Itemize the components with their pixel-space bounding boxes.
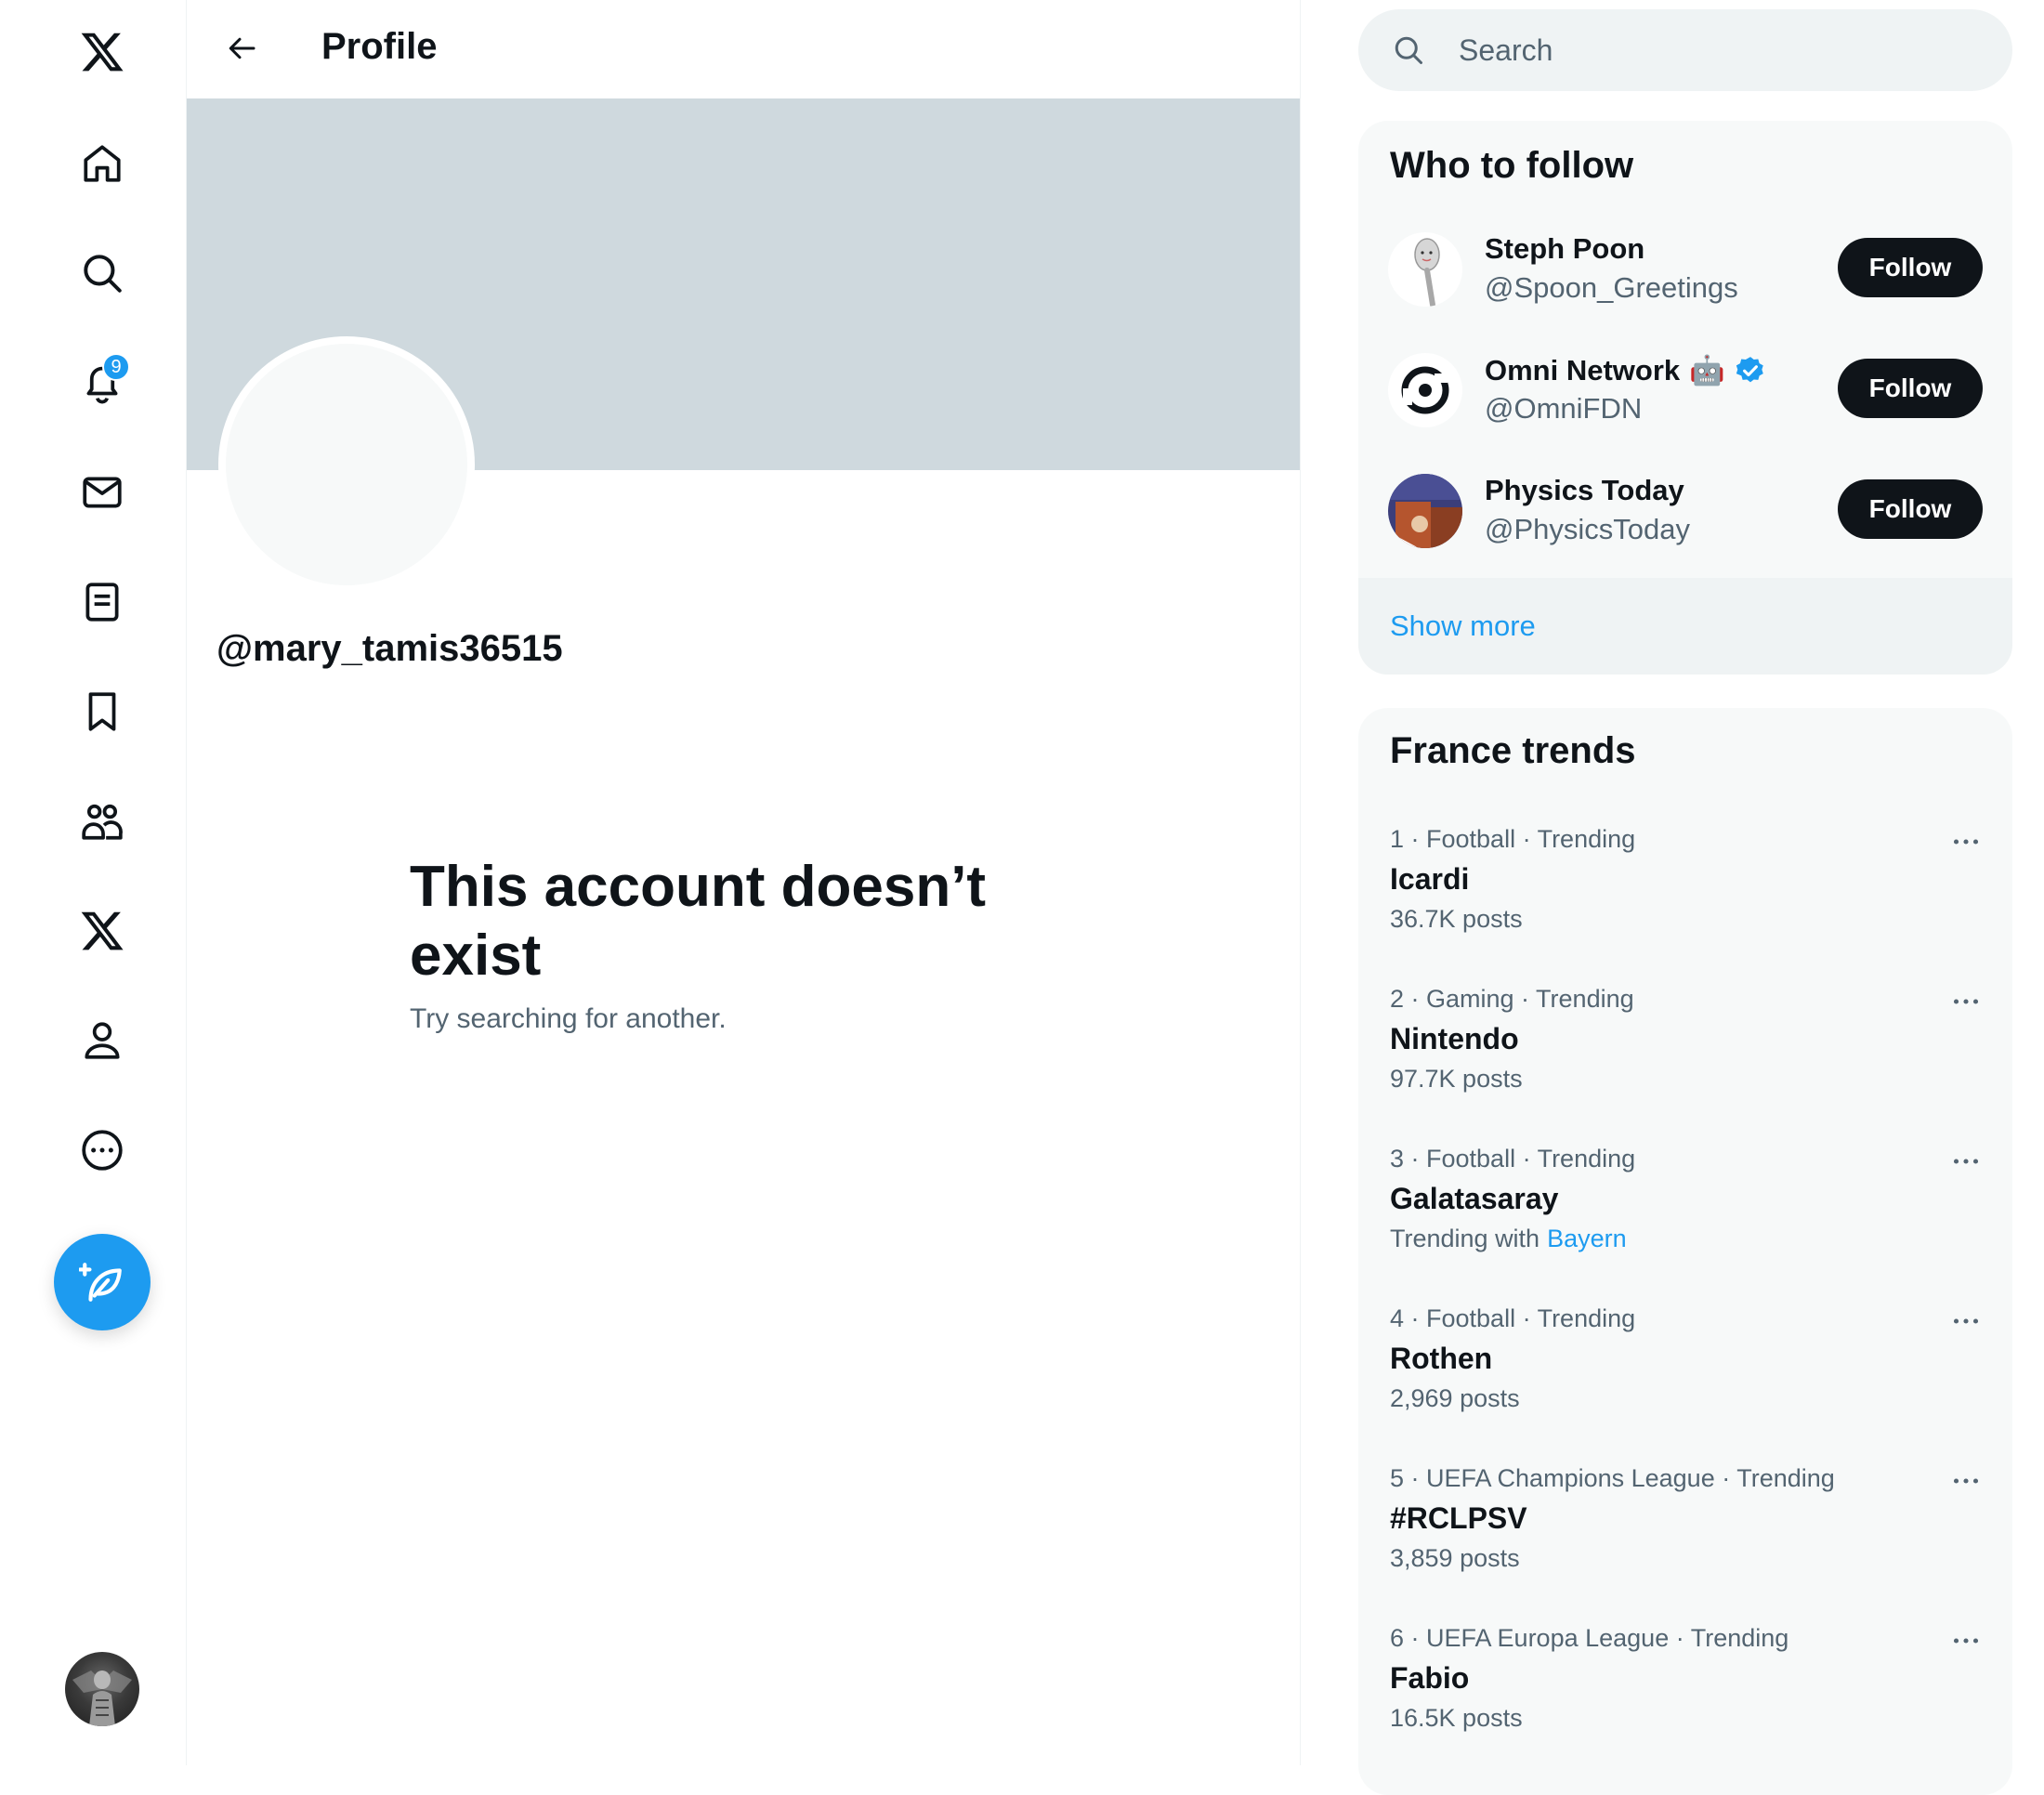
trend-item[interactable]: 1 · Football · Trending Icardi 36.7K pos…	[1358, 825, 2012, 985]
follow-suggestion[interactable]: Physics Today @PhysicsToday Follow	[1358, 453, 2012, 574]
x-logo-icon[interactable]	[65, 15, 139, 89]
right-sidebar: Who to follow Steph Poon @Spoon_Greeting…	[1358, 0, 2012, 1795]
envelope-icon[interactable]	[65, 455, 139, 530]
search-input[interactable]	[1457, 32, 1981, 69]
trend-meta: 5 · UEFA Champions League · Trending	[1390, 1464, 1835, 1492]
trend-count: 3,859 posts	[1390, 1544, 1520, 1572]
verified-badge-icon	[1736, 356, 1763, 382]
trend-name: Fabio	[1390, 1661, 1470, 1695]
follow-name: Steph Poon	[1485, 232, 1645, 265]
trend-count: 16.5K posts	[1390, 1704, 1523, 1732]
bell-icon[interactable]: 9	[65, 346, 139, 420]
compose-post-icon	[79, 1263, 122, 1302]
main-column: Profile @mary_tamis36515 This account do…	[186, 0, 1301, 1765]
trend-name: Rothen	[1390, 1342, 1493, 1375]
search-icon	[1395, 36, 1422, 64]
person-icon[interactable]	[65, 1003, 139, 1078]
follow-name: Physics Today	[1485, 474, 1684, 506]
trend-name: #RCLPSV	[1390, 1501, 1527, 1535]
trend-item[interactable]: 6 · UEFA Europa League · Trending Fabio …	[1358, 1624, 2012, 1784]
compose-post-button[interactable]	[54, 1234, 151, 1330]
trend-count: 97.7K posts	[1390, 1065, 1523, 1093]
empty-state-subtitle: Try searching for another.	[410, 1003, 727, 1034]
more-options-icon[interactable]	[1944, 1459, 1988, 1503]
trend-meta: 4 · Football · Trending	[1390, 1304, 1636, 1332]
more-options-icon[interactable]	[1944, 1299, 1988, 1343]
trend-item[interactable]: 4 · Football · Trending Rothen 2,969 pos…	[1358, 1304, 2012, 1464]
who-to-follow-card: Who to follow Steph Poon @Spoon_Greeting…	[1358, 121, 2012, 675]
trend-meta: 1 · Football · Trending	[1390, 825, 1636, 853]
list-icon[interactable]	[65, 565, 139, 639]
more-options-icon[interactable]	[1944, 1618, 1988, 1663]
trend-meta: 2 · Gaming · Trending	[1390, 985, 1634, 1013]
profile-avatar	[218, 336, 475, 593]
more-options-icon[interactable]	[1944, 1139, 1988, 1184]
x-premium-icon[interactable]	[65, 894, 139, 968]
trending-with-link[interactable]: Bayern	[1547, 1225, 1627, 1252]
more-options-icon[interactable]	[1944, 979, 1988, 1024]
bookmark-icon[interactable]	[65, 675, 139, 749]
trends-card: France trends 1 · Football · Trending Ic…	[1358, 708, 2012, 1795]
follow-button[interactable]: Follow	[1838, 479, 1983, 539]
avatar	[1388, 232, 1462, 307]
empty-state-title: This account doesn’t exist	[410, 855, 987, 988]
home-icon[interactable]	[65, 126, 139, 201]
follow-suggestion[interactable]: Steph Poon @Spoon_Greetings Follow	[1358, 212, 2012, 333]
trend-name: Galatasaray	[1390, 1182, 1559, 1215]
communities-icon[interactable]	[65, 784, 139, 858]
arrow-left-icon	[229, 37, 256, 59]
trend-count: 2,969 posts	[1390, 1384, 1520, 1412]
more-options-icon[interactable]	[1944, 819, 1988, 864]
trend-name: Nintendo	[1390, 1022, 1519, 1055]
trend-count: Trending with Bayern	[1390, 1225, 1627, 1253]
empty-state: This account doesn’t exist Try searching…	[410, 853, 1060, 1035]
follow-button[interactable]: Follow	[1838, 238, 1983, 297]
trend-item[interactable]: 2 · Gaming · Trending Nintendo 97.7K pos…	[1358, 985, 2012, 1145]
trend-meta: 6 · UEFA Europa League · Trending	[1390, 1624, 1789, 1652]
profile-handle: @mary_tamis36515	[216, 628, 563, 669]
left-navigation: 9	[0, 0, 186, 1765]
show-more-link[interactable]: Show more	[1358, 578, 2012, 675]
profile-header: Profile	[187, 0, 1300, 98]
more-circle-icon[interactable]	[65, 1113, 139, 1187]
follow-handle: @PhysicsToday	[1485, 513, 1690, 545]
follow-name: Omni Network 🤖	[1485, 353, 1766, 387]
robot-emoji: 🤖	[1689, 354, 1725, 387]
trending-with-label: Trending with	[1390, 1225, 1540, 1252]
follow-button[interactable]: Follow	[1838, 359, 1983, 418]
trend-name: Icardi	[1390, 862, 1470, 896]
follow-suggestion[interactable]: Omni Network 🤖 @OmniFDN Follow	[1358, 333, 2012, 453]
trend-item[interactable]: 3 · Football · Trending Galatasaray Tren…	[1358, 1145, 2012, 1304]
avatar	[1388, 474, 1462, 548]
avatar	[1388, 353, 1462, 427]
trend-meta: 3 · Football · Trending	[1390, 1145, 1636, 1173]
trends-title: France trends	[1390, 730, 1636, 771]
page-title: Profile	[321, 26, 438, 67]
trend-item[interactable]: 5 · UEFA Champions League · Trending #RC…	[1358, 1464, 2012, 1624]
follow-handle: @Spoon_Greetings	[1485, 271, 1738, 304]
notification-badge: 9	[102, 353, 130, 381]
search-bar[interactable]	[1358, 9, 2012, 91]
account-avatar[interactable]	[65, 1652, 139, 1726]
follow-handle: @OmniFDN	[1485, 392, 1643, 425]
trend-count: 36.7K posts	[1390, 905, 1523, 933]
back-button[interactable]	[215, 20, 270, 76]
who-to-follow-title: Who to follow	[1390, 145, 1634, 186]
search-icon[interactable]	[65, 236, 139, 310]
